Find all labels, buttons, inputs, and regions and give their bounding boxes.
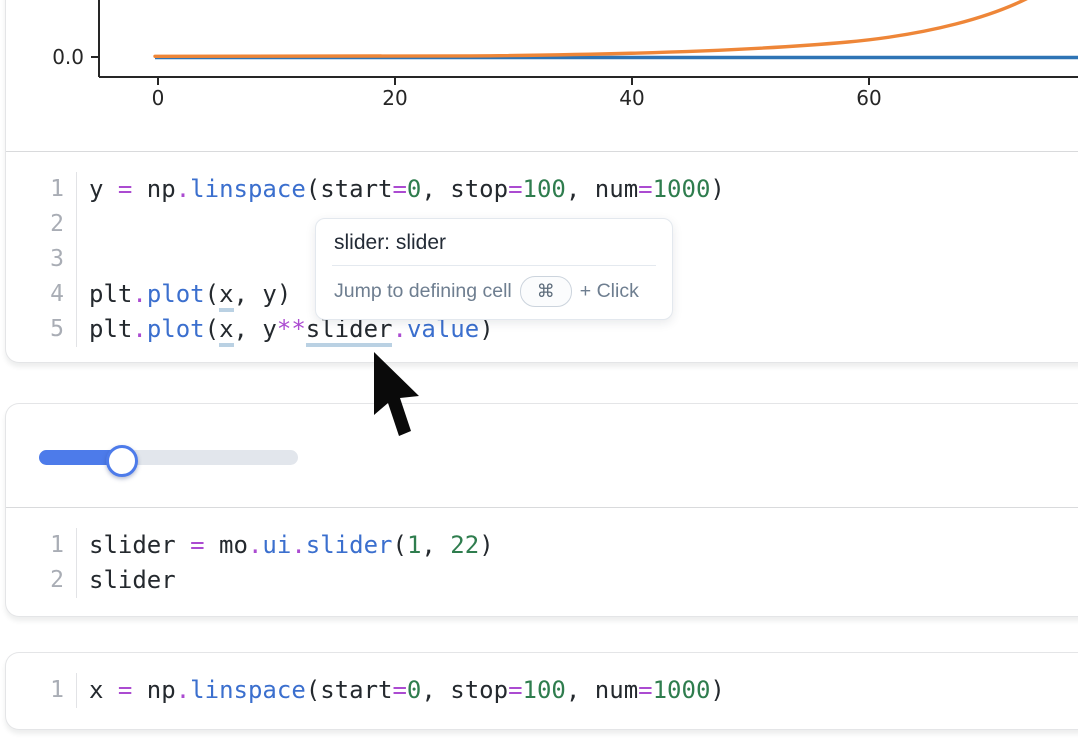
code-token[interactable]: 1000	[653, 676, 711, 704]
code-token[interactable]: (start	[306, 175, 393, 203]
code-token[interactable]: =	[118, 676, 132, 704]
code-token[interactable]: 1	[407, 531, 421, 559]
code-token[interactable]: .	[176, 175, 190, 203]
line-number: 2	[6, 563, 64, 598]
code-token[interactable]: , num	[566, 175, 638, 203]
code-token[interactable]: )	[710, 175, 724, 203]
code-token[interactable]: linspace	[190, 676, 306, 704]
cell-x-definition: 1 x = np.linspace(start=0, stop=100, num…	[5, 652, 1078, 730]
code-token[interactable]: 0	[407, 676, 421, 704]
code-token[interactable]: , stop	[421, 676, 508, 704]
code-token[interactable]: plot	[147, 315, 205, 343]
tooltip-action-row: Jump to defining cell ⌘ + Click	[316, 266, 672, 319]
code-token[interactable]: 22	[450, 531, 479, 559]
code-token[interactable]: =	[508, 175, 522, 203]
tooltip-click-label: + Click	[580, 280, 639, 303]
code-token[interactable]: .	[176, 676, 190, 704]
code-token[interactable]: linspace	[190, 175, 306, 203]
slider-thumb[interactable]	[106, 445, 138, 477]
code-token[interactable]: np	[132, 676, 175, 704]
code-token[interactable]: , y)	[234, 280, 292, 308]
code-token[interactable]: y	[89, 175, 118, 203]
code-token[interactable]: =	[392, 676, 406, 704]
code-token[interactable]: =	[638, 175, 652, 203]
command-key-badge: ⌘	[520, 276, 572, 307]
slider-track[interactable]	[39, 450, 298, 465]
code-content-2[interactable]: slider = mo.ui.slider(1, 22)slider	[77, 528, 1078, 598]
code-token[interactable]: slider	[89, 531, 190, 559]
line-number-gutter: 12	[6, 528, 77, 598]
line-number-gutter: 1	[6, 673, 77, 708]
line-number: 4	[6, 277, 64, 312]
line-number: 1	[6, 172, 64, 207]
code-token[interactable]: .	[291, 531, 305, 559]
code-token[interactable]: x	[219, 280, 233, 312]
code-token[interactable]: plot	[147, 280, 205, 308]
code-line[interactable]: slider	[89, 563, 1078, 598]
code-editor-3[interactable]: 1 x = np.linspace(start=0, stop=100, num…	[6, 653, 1078, 708]
code-token[interactable]: , y	[234, 315, 277, 343]
code-token[interactable]: (	[205, 280, 219, 308]
code-token[interactable]: ui	[262, 531, 291, 559]
line-number: 1	[6, 528, 64, 563]
code-token[interactable]: slider	[89, 566, 176, 594]
tooltip-title: slider: slider	[316, 219, 672, 265]
code-token[interactable]: slider	[306, 531, 393, 559]
code-token[interactable]: .	[132, 280, 146, 308]
code-token[interactable]: (	[392, 531, 406, 559]
code-token[interactable]: (	[205, 315, 219, 343]
code-token[interactable]: (start	[306, 676, 393, 704]
code-line[interactable]: y = np.linspace(start=0, stop=100, num=1…	[89, 172, 1078, 207]
slider-output-area	[6, 404, 1078, 508]
code-token[interactable]: )	[479, 531, 493, 559]
line-number-gutter: 12345	[6, 172, 77, 347]
code-token[interactable]: plt	[89, 280, 132, 308]
code-token[interactable]: ,	[421, 531, 450, 559]
code-editor-2[interactable]: 12 slider = mo.ui.slider(1, 22)slider	[6, 508, 1078, 598]
code-token[interactable]: x	[219, 315, 233, 347]
code-token[interactable]: **	[277, 315, 306, 343]
code-line[interactable]: x = np.linspace(start=0, stop=100, num=1…	[89, 673, 1078, 708]
code-token[interactable]: )	[710, 676, 724, 704]
code-token[interactable]: np	[132, 175, 175, 203]
line-number: 5	[6, 312, 64, 347]
code-token[interactable]: =	[508, 676, 522, 704]
code-token[interactable]: 100	[523, 676, 566, 704]
line-number: 2	[6, 207, 64, 242]
code-token[interactable]: plt	[89, 315, 132, 343]
code-content-3[interactable]: x = np.linspace(start=0, stop=100, num=1…	[77, 673, 1078, 708]
line-number: 3	[6, 242, 64, 277]
code-line[interactable]: slider = mo.ui.slider(1, 22)	[89, 528, 1078, 563]
code-token[interactable]: .	[132, 315, 146, 343]
code-token[interactable]: x	[89, 676, 118, 704]
tooltip-action-label: Jump to defining cell	[334, 280, 512, 303]
cell-slider: 12 slider = mo.ui.slider(1, 22)slider	[5, 403, 1078, 617]
code-token[interactable]: .	[248, 531, 262, 559]
code-token[interactable]: =	[392, 175, 406, 203]
code-token[interactable]: mo	[205, 531, 248, 559]
code-token[interactable]: 1000	[653, 175, 711, 203]
line-number: 1	[6, 673, 64, 708]
plot-output-area	[6, 0, 1078, 152]
variable-hover-tooltip: slider: slider Jump to defining cell ⌘ +…	[315, 218, 673, 320]
code-token[interactable]: 100	[523, 175, 566, 203]
code-token[interactable]: =	[118, 175, 132, 203]
code-token[interactable]: =	[190, 531, 204, 559]
code-token[interactable]: , num	[566, 676, 638, 704]
code-token[interactable]: , stop	[421, 175, 508, 203]
code-token[interactable]: 0	[407, 175, 421, 203]
code-token[interactable]: =	[638, 676, 652, 704]
